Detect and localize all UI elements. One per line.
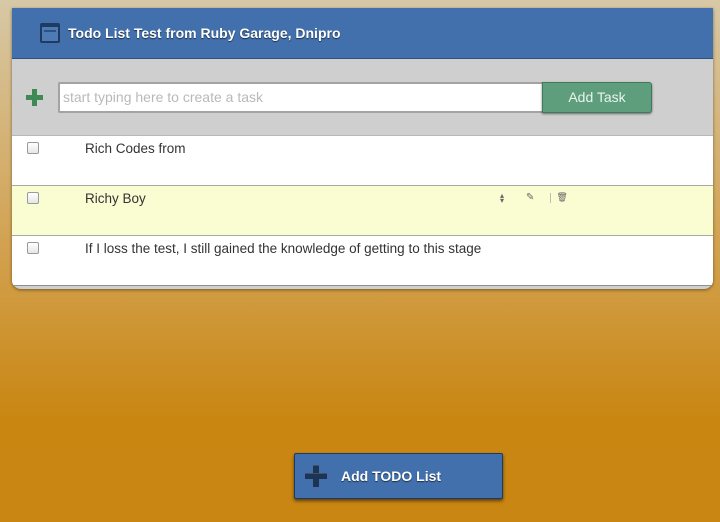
sort-icon[interactable]: ▴ ▾ [498,191,506,204]
plus-icon [305,465,327,487]
edit-icon[interactable]: ✎ [526,192,534,203]
project-title[interactable]: Todo List Test from Ruby Garage, Dnipro [68,25,341,41]
task-list: Rich Codes from Richy Boy ▴ ▾ ✎ 🗑 If I lo… [12,136,713,286]
add-task-button[interactable]: Add Task [542,81,652,113]
todo-list-panel: Todo List Test from Ruby Garage, Dnipro … [12,8,713,289]
new-task-bar: Add Task [12,59,713,136]
task-checkbox[interactable] [27,242,39,254]
add-todo-list-label: Add TODO List [341,468,442,484]
task-checkbox[interactable] [27,192,39,204]
task-row[interactable]: If I loss the test, I still gained the k… [12,236,713,286]
plus-icon [26,88,43,106]
task-checkbox[interactable] [27,142,39,154]
task-row[interactable]: Rich Codes from [12,136,713,186]
task-text: Rich Codes from [85,141,186,156]
trash-icon[interactable]: 🗑 [556,192,567,203]
new-task-input[interactable] [58,81,542,113]
task-text: Richy Boy [85,191,146,206]
panel-header: Todo List Test from Ruby Garage, Dnipro [12,8,713,59]
add-todo-list-button[interactable]: Add TODO List [294,453,503,499]
task-actions: ▴ ▾ ✎ 🗑 [498,191,568,204]
task-text: If I loss the test, I still gained the k… [85,241,482,256]
calendar-icon [40,23,60,43]
task-row[interactable]: Richy Boy ▴ ▾ ✎ 🗑 [12,186,713,236]
action-divider [550,192,552,203]
